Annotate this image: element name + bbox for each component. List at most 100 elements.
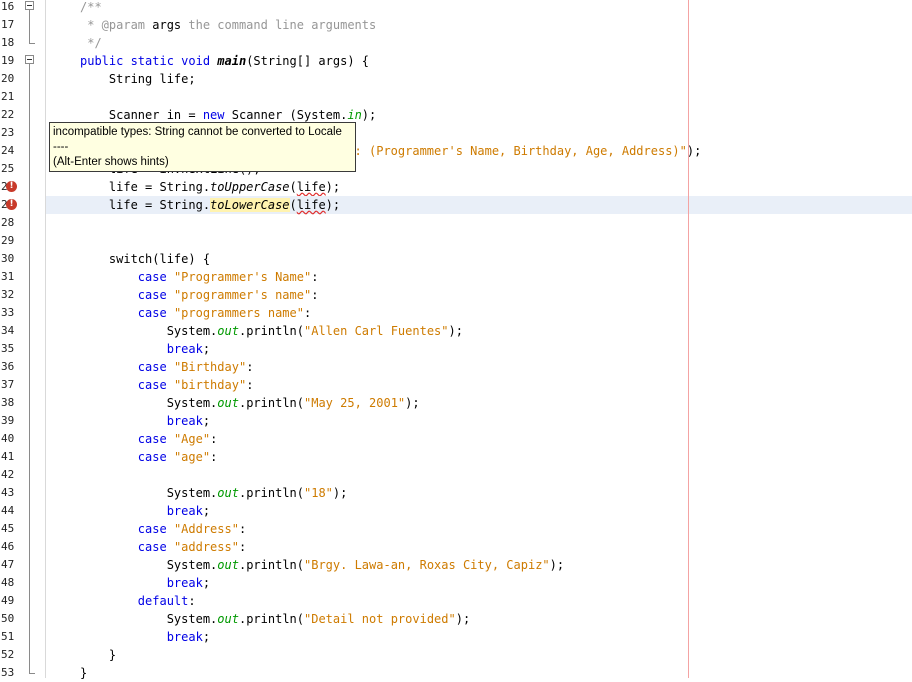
code-line[interactable]: 33 case "programmers name": [0, 304, 912, 322]
fold-collapse-icon[interactable] [25, 1, 34, 10]
code-text[interactable]: case "birthday": [46, 376, 912, 394]
line-number: 19 [1, 54, 15, 67]
fold-guide-end [29, 673, 35, 674]
code-text[interactable]: case "Birthday": [46, 358, 912, 376]
code-line[interactable]: 32 case "programmer's name": [0, 286, 912, 304]
line-number: 35 [1, 342, 15, 355]
error-icon[interactable]: ! [6, 199, 17, 210]
code-line[interactable]: 51 break; [0, 628, 912, 646]
code-line[interactable]: 35 break; [0, 340, 912, 358]
code-text[interactable]: * @param args the command line arguments [46, 16, 912, 34]
fold-guide-end [29, 43, 35, 44]
code-text[interactable]: case "Programmer's Name": [46, 268, 912, 286]
code-text[interactable]: break; [46, 502, 912, 520]
code-text[interactable]: default: [46, 592, 912, 610]
line-number: 16 [1, 0, 15, 13]
code-text[interactable]: } [46, 646, 912, 664]
code-line[interactable]: 47 System.out.println("Brgy. Lawa-an, Ro… [0, 556, 912, 574]
code-line[interactable]: 49 default: [0, 592, 912, 610]
line-number: 51 [1, 630, 15, 643]
code-text[interactable]: System.out.println("May 25, 2001"); [46, 394, 912, 412]
line-number: 29 [1, 234, 15, 247]
code-line[interactable]: 16 /** [0, 0, 912, 16]
code-text[interactable]: System.out.println("18"); [46, 484, 912, 502]
code-line[interactable]: 43 System.out.println("18"); [0, 484, 912, 502]
code-text[interactable]: switch(life) { [46, 250, 912, 268]
code-line[interactable]: 48 break; [0, 574, 912, 592]
line-number: 34 [1, 324, 15, 337]
code-line[interactable]: 53} [0, 664, 912, 682]
code-line[interactable]: 29 [0, 232, 912, 250]
line-number: 53 [1, 666, 15, 679]
fold-collapse-icon[interactable] [25, 55, 34, 64]
line-number: 18 [1, 36, 15, 49]
error-icon[interactable]: ! [6, 181, 17, 192]
code-line[interactable]: 31 case "Programmer's Name": [0, 268, 912, 286]
code-line[interactable]: 36 case "Birthday": [0, 358, 912, 376]
line-number: 21 [1, 90, 15, 103]
line-number: 49 [1, 594, 15, 607]
tooltip-hint: (Alt-Enter shows hints) [53, 156, 169, 168]
code-line[interactable]: 30 switch(life) { [0, 250, 912, 268]
code-text[interactable]: break; [46, 628, 912, 646]
code-text[interactable]: case "programmers name": [46, 304, 912, 322]
line-number: 24 [1, 144, 15, 157]
code-text[interactable]: life = String.toUpperCase(life); [46, 178, 912, 196]
code-line[interactable]: 17 * @param args the command line argume… [0, 16, 912, 34]
code-line[interactable]: 39 break; [0, 412, 912, 430]
code-text[interactable]: case "age": [46, 448, 912, 466]
code-text[interactable]: String life; [46, 70, 912, 88]
code-line[interactable]: 44 break; [0, 502, 912, 520]
line-number: 28 [1, 216, 15, 229]
code-line[interactable]: 20 String life; [0, 70, 912, 88]
line-number: 20 [1, 72, 15, 85]
code-line[interactable]: 37 case "birthday": [0, 376, 912, 394]
code-line[interactable]: 27! life = String.toLowerCase(life); [0, 196, 912, 214]
line-number: 17 [1, 18, 15, 31]
code-text[interactable]: System.out.println("Allen Carl Fuentes")… [46, 322, 912, 340]
code-text[interactable]: System.out.println("Detail not provided"… [46, 610, 912, 628]
code-line[interactable]: 50 System.out.println("Detail not provid… [0, 610, 912, 628]
line-number: 25 [1, 162, 15, 175]
code-text[interactable]: public static void main(String[] args) { [46, 52, 912, 70]
code-text[interactable]: case "address": [46, 538, 912, 556]
code-text[interactable]: } [46, 664, 912, 682]
code-text[interactable]: /** [46, 0, 912, 16]
code-line[interactable]: 42 [0, 466, 912, 484]
line-number: 48 [1, 576, 15, 589]
line-number: 38 [1, 396, 15, 409]
code-line[interactable]: 26! life = String.toUpperCase(life); [0, 178, 912, 196]
line-number: 40 [1, 432, 15, 445]
error-tooltip: incompatible types: String cannot be con… [49, 122, 356, 172]
code-line[interactable]: 40 case "Age": [0, 430, 912, 448]
code-text[interactable]: case "Age": [46, 430, 912, 448]
code-text[interactable]: case "Address": [46, 520, 912, 538]
code-text[interactable]: break; [46, 574, 912, 592]
line-number: 33 [1, 306, 15, 319]
code-line[interactable]: 45 case "Address": [0, 520, 912, 538]
line-number: 43 [1, 486, 15, 499]
code-text[interactable]: life = String.toLowerCase(life); [46, 196, 912, 214]
right-margin-guide [688, 0, 689, 678]
code-text[interactable]: */ [46, 34, 912, 52]
code-text[interactable]: System.out.println("Brgy. Lawa-an, Roxas… [46, 556, 912, 574]
code-line[interactable]: 18 */ [0, 34, 912, 52]
code-line[interactable]: 41 case "age": [0, 448, 912, 466]
tooltip-error-message: incompatible types: String cannot be con… [53, 126, 342, 138]
code-text[interactable] [46, 88, 912, 106]
code-text[interactable]: break; [46, 340, 912, 358]
code-text[interactable]: case "programmer's name": [46, 286, 912, 304]
code-text[interactable]: break; [46, 412, 912, 430]
code-text[interactable] [46, 214, 912, 232]
code-text[interactable] [46, 232, 912, 250]
line-number: 41 [1, 450, 15, 463]
code-line[interactable]: 38 System.out.println("May 25, 2001"); [0, 394, 912, 412]
code-line[interactable]: 28 [0, 214, 912, 232]
code-line[interactable]: 34 System.out.println("Allen Carl Fuente… [0, 322, 912, 340]
code-line[interactable]: 21 [0, 88, 912, 106]
code-line[interactable]: 46 case "address": [0, 538, 912, 556]
code-line[interactable]: 19 public static void main(String[] args)… [0, 52, 912, 70]
code-text[interactable] [46, 466, 912, 484]
line-number: 22 [1, 108, 15, 121]
code-line[interactable]: 52 } [0, 646, 912, 664]
